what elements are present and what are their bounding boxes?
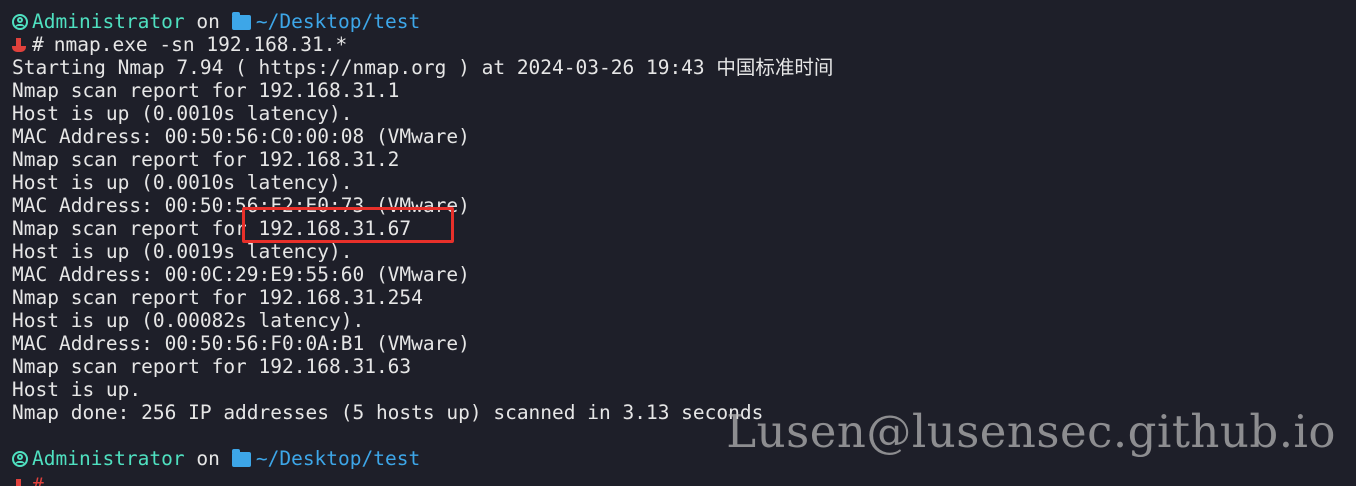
prompt-hash: # (32, 33, 44, 56)
prompt-hash: # (32, 474, 44, 486)
watermark: Lusen@lusensec.github.io (726, 405, 1336, 458)
prompt-line: Administrator on ~/Desktop/test (12, 10, 1356, 33)
output-line: Host is up. (12, 378, 142, 401)
output-line: Starting Nmap 7.94 ( https://nmap.org ) … (12, 56, 834, 79)
output-line: Nmap scan report for 192.168.31.2 (12, 148, 400, 171)
next-command-line[interactable]: # (12, 474, 44, 486)
output-line: Nmap scan report for 192.168.31.254 (12, 286, 423, 309)
output-line: MAC Address: 00:50:56:F2:E0:73 (VMware) (12, 194, 470, 217)
ship-icon (12, 37, 26, 52)
output-line: MAC Address: 00:50:56:C0:00:08 (VMware) (12, 125, 470, 148)
prompt-on: on (196, 447, 220, 470)
command-line: # nmap.exe -sn 192.168.31.* (12, 33, 1356, 56)
prompt-path: ~/Desktop/test (255, 447, 421, 470)
prompt-user: Administrator (32, 10, 185, 33)
command-text: nmap.exe -sn 192.168.31.* (53, 33, 348, 56)
folder-icon (231, 449, 251, 467)
output-line: Nmap scan report for 192.168.31.1 (12, 79, 400, 102)
highlight-box (242, 207, 454, 243)
prompt-on: on (196, 10, 220, 33)
output-line: Nmap scan report for 192.168.31.63 (12, 355, 412, 378)
output-line: Nmap scan report for 192.168.31.67 (12, 217, 412, 240)
output-line: Host is up (0.0010s latency). (12, 171, 353, 194)
output-line: MAC Address: 00:0C:29:E9:55:60 (VMware) (12, 263, 470, 286)
ship-icon (12, 478, 26, 486)
prompt-user: Administrator (32, 447, 185, 470)
output-line: Host is up (0.0019s latency). (12, 240, 353, 263)
user-circle-icon (12, 13, 28, 30)
terminal-window[interactable]: Administrator on ~/Desktop/test # nmap.exe… (0, 0, 1356, 486)
folder-icon (231, 12, 251, 30)
prompt-path: ~/Desktop/test (255, 10, 421, 33)
output-line: Host is up (0.00082s latency). (12, 309, 365, 332)
user-circle-icon (12, 450, 28, 467)
output-line: Host is up (0.0010s latency). (12, 102, 353, 125)
output-line: MAC Address: 00:50:56:F0:0A:B1 (VMware) (12, 332, 470, 355)
